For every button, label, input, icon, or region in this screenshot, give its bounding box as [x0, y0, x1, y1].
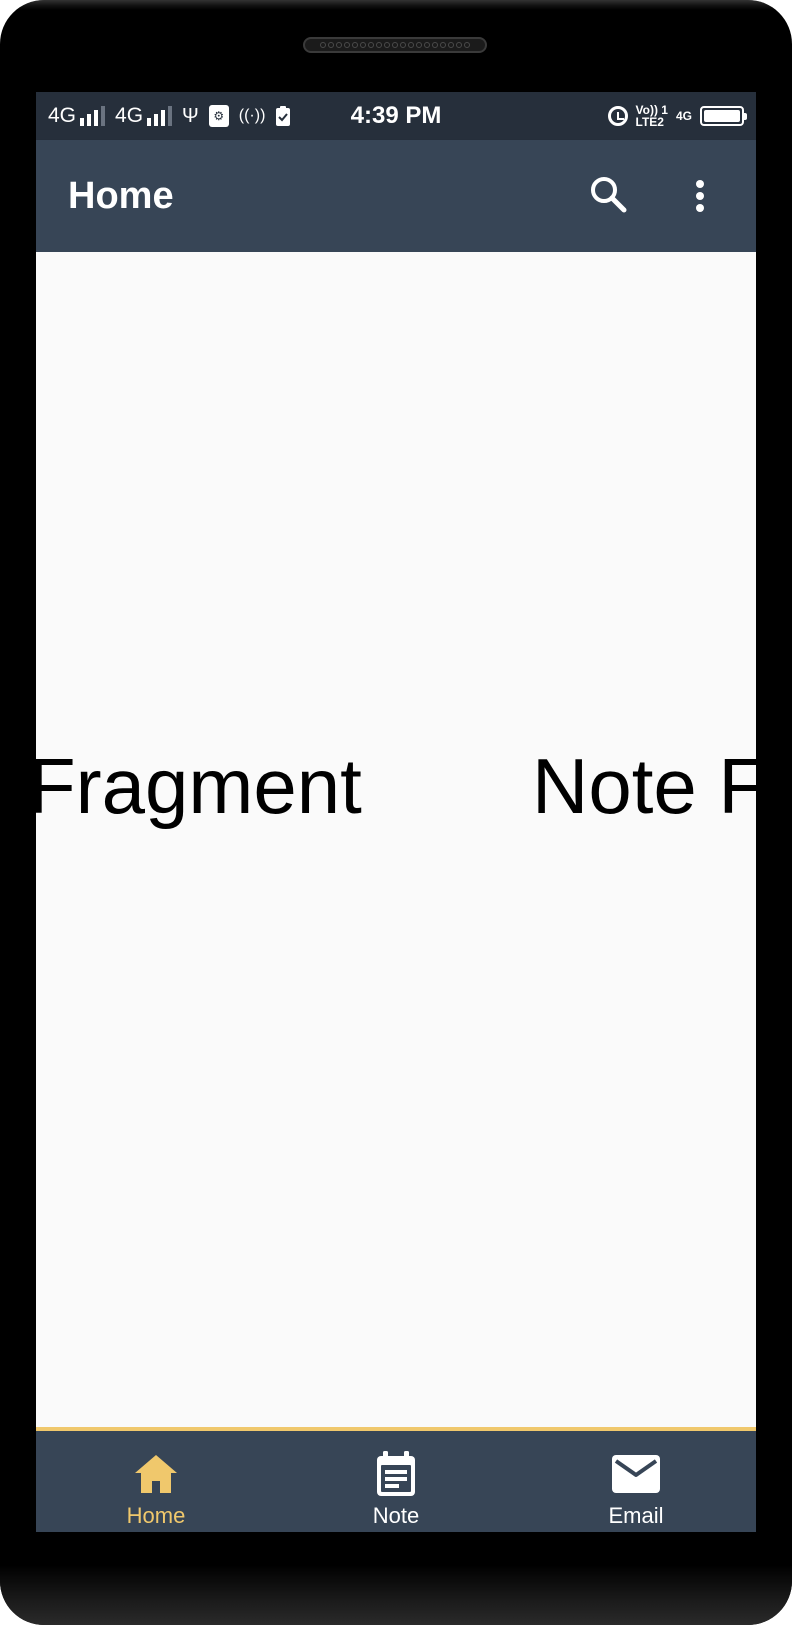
data-network-label: 4G	[675, 109, 692, 123]
note-fragment-text: Note F	[532, 742, 756, 830]
nav-label-email: Email	[608, 1503, 664, 1528]
volte-indicator: Vo)) 1 LTE2	[636, 104, 668, 128]
volte-bottom-label: LTE2	[635, 115, 664, 129]
status-left-icons: 4G 4G Ψ ⚙ ((·))	[48, 92, 291, 140]
phone-chin	[0, 1565, 792, 1625]
sim2-signal: 4G	[115, 104, 173, 128]
usb-icon: Ψ	[182, 105, 199, 127]
alarm-icon	[607, 106, 628, 126]
nav-item-email[interactable]: Email	[516, 1431, 756, 1532]
status-right-icons: Vo)) 1 LTE2 4G	[607, 92, 747, 140]
search-icon	[591, 177, 627, 213]
phone-screen: 4G 4G Ψ ⚙ ((·)) 4:39 PM Vo)) 1 LTE2 4G H…	[36, 92, 756, 1532]
signal-bars-icon	[147, 106, 173, 126]
nav-item-home[interactable]: Home	[36, 1431, 276, 1532]
view-pager[interactable]: Fragment Note F	[36, 252, 756, 1427]
battery-icon	[700, 106, 747, 126]
hotspot-icon: ((·))	[238, 107, 266, 124]
status-bar: 4G 4G Ψ ⚙ ((·)) 4:39 PM Vo)) 1 LTE2 4G	[36, 92, 756, 140]
app-bar: Home	[36, 140, 756, 252]
overflow-menu-button[interactable]	[674, 170, 726, 222]
sim1-network-label: 4G	[48, 104, 77, 127]
sim2-network-label: 4G	[115, 104, 144, 127]
email-icon	[612, 1455, 660, 1493]
sim1-signal: 4G	[48, 104, 106, 128]
bottom-navigation: Home Note Email	[36, 1427, 756, 1532]
note-icon	[377, 1451, 415, 1496]
phone-speaker	[303, 37, 487, 53]
home-icon	[135, 1455, 177, 1493]
signal-bars-icon	[80, 106, 106, 126]
nav-item-note[interactable]: Note	[276, 1431, 516, 1532]
nav-label-home: Home	[126, 1503, 186, 1528]
home-fragment-text: Fragment	[36, 742, 362, 830]
search-button[interactable]	[584, 170, 636, 222]
usb-debug-icon: ⚙	[208, 105, 229, 127]
page-title: Home	[68, 175, 174, 217]
more-vert-icon	[696, 180, 704, 212]
nav-label-note: Note	[372, 1503, 420, 1528]
phone-edge	[0, 0, 792, 10]
clipboard-check-icon	[276, 106, 291, 126]
phone-frame: 4G 4G Ψ ⚙ ((·)) 4:39 PM Vo)) 1 LTE2 4G H…	[0, 0, 792, 1625]
